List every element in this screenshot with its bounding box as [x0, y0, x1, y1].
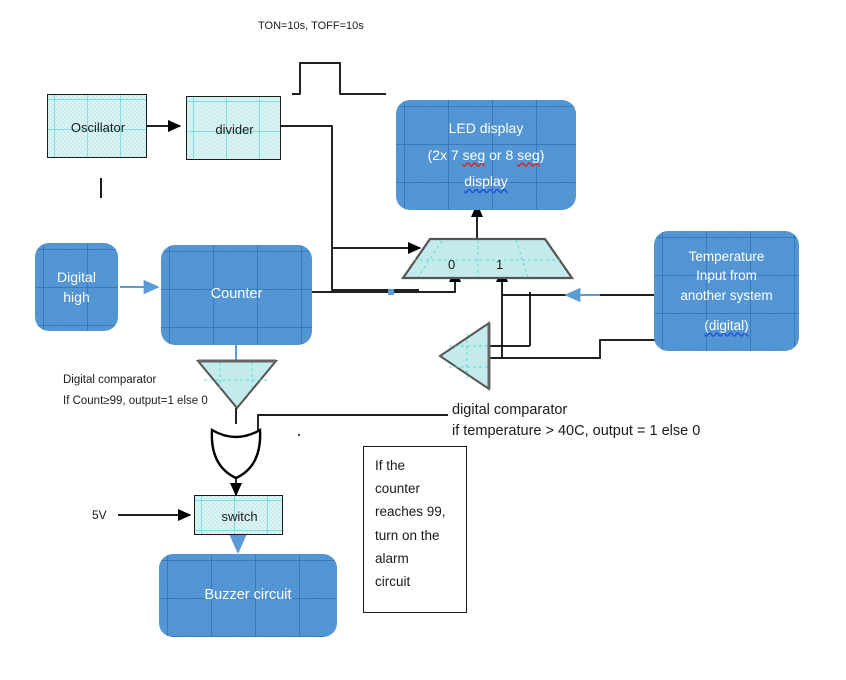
temperature-line3: another system: [680, 288, 773, 303]
count-comparator-caption: Digital comparator If Count≥99, output=1…: [63, 370, 208, 413]
oscillator-block[interactable]: Oscillator: [47, 94, 147, 158]
led-display-block[interactable]: LED display (2x 7 seg or 8 seg) display: [396, 100, 576, 210]
mux-input-0-label: 0: [448, 257, 456, 272]
led-display-line1: LED display: [448, 120, 524, 137]
digital-comparator-count-block[interactable]: [196, 358, 278, 410]
counter-label: Counter: [210, 286, 263, 303]
alarm-note-line3: reaches 99,: [375, 504, 446, 520]
led-display-line3: display: [464, 173, 508, 190]
buzzer-label: Buzzer circuit: [204, 586, 292, 603]
digital-high-line2: high: [63, 289, 90, 305]
multiplexer-shape: [400, 237, 575, 280]
temp-comparator-caption-line1: digital comparator: [452, 402, 568, 418]
diagram-canvas: TON=10s, TOFF=10s Oscillator divider LED…: [0, 0, 846, 680]
digital-high-block[interactable]: Digital high: [35, 243, 118, 331]
alarm-note-line2: counter: [375, 481, 421, 497]
count-comparator-caption-line1: Digital comparator: [63, 374, 157, 386]
counter-block[interactable]: Counter: [161, 245, 312, 345]
digital-comparator-temp-block[interactable]: [437, 320, 495, 392]
alarm-note-line1: If the: [375, 458, 406, 473]
alarm-note-text: If the counter reaches 99, turn on the a…: [364, 447, 466, 593]
led-display-seg-word-2: seg: [517, 146, 540, 163]
divider-block[interactable]: divider: [186, 96, 281, 160]
led-display-seg-word-1: seg: [462, 146, 486, 163]
temperature-input-block[interactable]: Temperature Input from another system (d…: [654, 231, 799, 351]
timing-note-label: TON=10s, TOFF=10s: [258, 20, 364, 32]
temperature-line1: Temperature: [688, 248, 765, 264]
multiplexer-block[interactable]: 0 1: [400, 236, 575, 281]
led-display-line2-mid: or 8: [485, 146, 518, 163]
alarm-note-line6: circuit: [375, 574, 411, 590]
temp-comparator-caption: digital comparator if temperature > 40C,…: [452, 400, 700, 442]
divider-label: divider: [215, 121, 254, 137]
oscillator-label: Oscillator: [70, 119, 126, 135]
switch-label: switch: [221, 508, 258, 524]
temperature-line2: Input from: [696, 268, 757, 284]
supply-voltage-label: 5V: [92, 508, 107, 522]
switch-block[interactable]: switch: [194, 495, 283, 535]
count-comparator-caption-line2: If Count≥99, output=1 else 0: [63, 395, 208, 408]
buzzer-circuit-block[interactable]: Buzzer circuit: [159, 554, 337, 637]
count-comparator-shape: [196, 359, 278, 410]
temperature-line4: (digital): [704, 317, 749, 333]
alarm-note-box: If the counter reaches 99, turn on the a…: [363, 446, 467, 613]
mux-input-1-label: 1: [496, 257, 504, 272]
led-display-line2-prefix: (2x 7: [427, 146, 463, 163]
temp-comparator-caption-line2: if temperature > 40C, output = 1 else 0: [452, 423, 701, 440]
alarm-note-line5: alarm: [375, 550, 409, 566]
temp-comparator-shape: [438, 321, 491, 391]
digital-high-line1: Digital: [57, 268, 96, 285]
alarm-note-line4: turn on the: [375, 527, 440, 543]
led-display-line2-suffix: ): [539, 146, 545, 163]
led-display-line2: (2x 7 seg or 8 seg): [428, 142, 545, 169]
